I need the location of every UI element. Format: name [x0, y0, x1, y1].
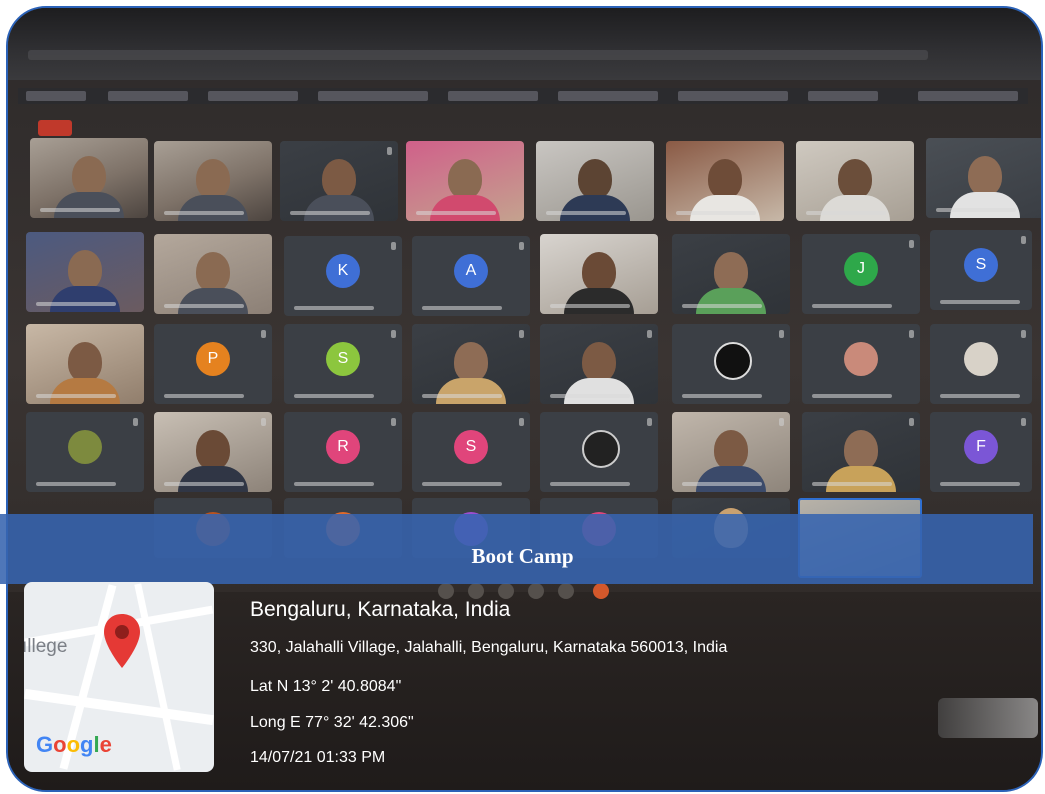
browser-chrome	[8, 8, 1041, 80]
participant-tile	[30, 138, 148, 218]
browser-tab-strip	[28, 50, 928, 60]
participant-tile	[536, 141, 654, 221]
participant-avatar	[844, 342, 878, 376]
location-pin-icon	[104, 614, 140, 668]
participant-avatar: J	[844, 252, 878, 286]
bookmarks-bar	[18, 88, 1028, 104]
participant-tile	[540, 412, 658, 492]
participant-tile	[406, 141, 524, 221]
participant-tile	[672, 412, 790, 492]
participant-avatar: S	[964, 248, 998, 282]
participant-tile	[540, 324, 658, 404]
laptop-edge	[938, 698, 1038, 738]
meeting-control	[468, 583, 484, 599]
participant-tile	[26, 412, 144, 492]
map-thumbnail: ıllege Google	[24, 582, 214, 772]
participant-tile	[672, 324, 790, 404]
participant-tile: F	[930, 412, 1032, 492]
participant-tile: J	[802, 234, 920, 314]
meeting-control	[498, 583, 514, 599]
meeting-control	[558, 583, 574, 599]
participant-tile	[802, 324, 920, 404]
participant-avatar: A	[454, 254, 488, 288]
location-city: Bengaluru, Karnataka, India	[250, 598, 511, 621]
participant-tile	[802, 412, 920, 492]
end-call-control	[593, 583, 609, 599]
participant-avatar: S	[454, 430, 488, 464]
location-latitude: Lat N 13° 2' 40.8084"	[250, 678, 402, 695]
participant-avatar: F	[964, 430, 998, 464]
participant-tile	[666, 141, 784, 221]
participant-tile	[930, 324, 1032, 404]
participant-tile: A	[412, 236, 530, 316]
participant-tile	[672, 234, 790, 314]
participant-avatar	[964, 342, 998, 376]
participant-avatar: S	[326, 342, 360, 376]
participant-avatar	[582, 430, 620, 468]
map-place-label: ıllege	[24, 636, 68, 657]
location-datetime: 14/07/21 01:33 PM	[250, 749, 386, 766]
location-address: 330, Jalahalli Village, Jalahalli, Benga…	[250, 639, 728, 656]
meeting-control	[528, 583, 544, 599]
location-longitude: Long E 77° 32' 42.306"	[250, 714, 414, 731]
participant-tile	[412, 324, 530, 404]
participant-tile	[926, 138, 1041, 218]
participant-tile: S	[412, 412, 530, 492]
participant-tile: R	[284, 412, 402, 492]
participant-tile	[540, 234, 658, 314]
participant-avatar	[714, 342, 752, 380]
participant-tile	[796, 141, 914, 221]
participant-tile	[154, 141, 272, 221]
participant-tile: K	[284, 236, 402, 316]
participant-tile	[26, 324, 144, 404]
participant-tile	[154, 412, 272, 492]
participant-tile	[154, 234, 272, 314]
participant-tile: P	[154, 324, 272, 404]
participant-tile: S	[930, 230, 1032, 310]
participant-tile	[26, 232, 144, 312]
participant-avatar: K	[326, 254, 360, 288]
google-logo: Google	[36, 732, 112, 757]
recording-indicator	[38, 120, 72, 136]
meeting-control	[438, 583, 454, 599]
participant-avatar	[68, 430, 102, 464]
participant-avatar: R	[326, 430, 360, 464]
participant-tile: S	[284, 324, 402, 404]
banner-title: Boot Camp	[471, 544, 574, 568]
participant-avatar: P	[196, 342, 230, 376]
participant-tile	[280, 141, 398, 221]
